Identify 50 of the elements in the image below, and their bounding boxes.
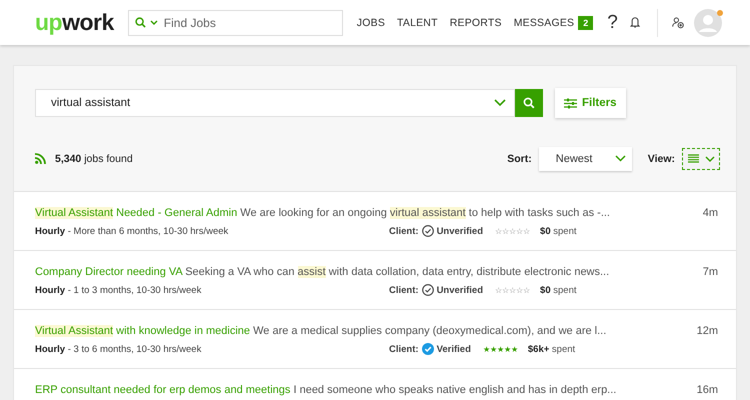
jobs-found-count: 5,340 jobs found (55, 152, 133, 164)
job-description: We are a medical supplies company (deoxymedical.com), and we are l... (253, 325, 606, 337)
help-link[interactable]: ? (607, 12, 618, 34)
nav-link[interactable]: TALENT (397, 16, 438, 28)
view-label: View: (648, 152, 675, 164)
chevron-down-icon (150, 20, 158, 26)
chevron-down-icon (704, 156, 714, 162)
job-search-input[interactable]: virtual assistant (49, 96, 494, 110)
amount-spent: $0 spent (540, 226, 576, 236)
amount-spent: $0 spent (540, 284, 576, 296)
avatar[interactable] (694, 8, 722, 36)
nav-link[interactable]: MESSAGES (514, 16, 574, 28)
message-count-badge: 2 (578, 16, 594, 30)
sliders-icon (564, 98, 577, 108)
search-icon (523, 97, 535, 109)
nav-link[interactable]: JOBS (356, 16, 386, 28)
verification-status: Unverified (436, 284, 484, 296)
job-search-field[interactable]: virtual assistant (35, 89, 515, 117)
sort-label: Sort: (507, 152, 532, 164)
posted-time: 12m (696, 324, 718, 338)
star-rating: ☆☆☆☆☆ (495, 286, 530, 294)
job-terms: Hourly - 3 to 6 months, 10-30 hrs/week (35, 344, 202, 354)
upwork-logo[interactable]: upwork (35, 9, 114, 36)
job-description: Seeking a VA who can assist with data collation, data entry, distribute electronic news... (185, 266, 610, 278)
amount-spent: $6k+ spent (528, 344, 576, 354)
search-icon (134, 17, 146, 28)
verification-status: Unverified (436, 226, 484, 236)
client-label: Client: (389, 226, 419, 236)
nav-link[interactable]: REPORTS (450, 16, 502, 28)
chevron-down-icon (614, 155, 626, 162)
client-label: Client: (389, 344, 419, 354)
posted-time: 7m (702, 265, 718, 279)
verification-status: Verified (436, 344, 471, 354)
search-button[interactable] (515, 89, 543, 117)
list-icon (688, 154, 698, 163)
star-rating: ★★★★★ (482, 344, 518, 354)
add-user-icon[interactable] (672, 14, 684, 30)
client-label: Client: (389, 284, 419, 296)
job-terms: Hourly - More than 6 months, 10-30 hrs/week (35, 226, 230, 236)
job-description: I need someone who speaks native english and has in depth erp... (293, 384, 616, 396)
job-description: We are looking for an ongoing virtual assistant to help with tasks such as -... (240, 207, 610, 219)
star-rating: ☆☆☆☆☆ (495, 226, 530, 236)
find-jobs-field[interactable]: Find Jobs (128, 10, 343, 36)
sort-dropdown[interactable]: Newest (538, 146, 632, 170)
chevron-down-icon (494, 99, 506, 107)
rss-icon[interactable] (35, 153, 46, 164)
posted-time: 16m (696, 383, 718, 397)
job-terms: Hourly - 1 to 3 months, 10-30 hrs/week (35, 284, 202, 296)
view-toggle[interactable] (682, 148, 720, 170)
posted-time: 4m (702, 206, 718, 220)
